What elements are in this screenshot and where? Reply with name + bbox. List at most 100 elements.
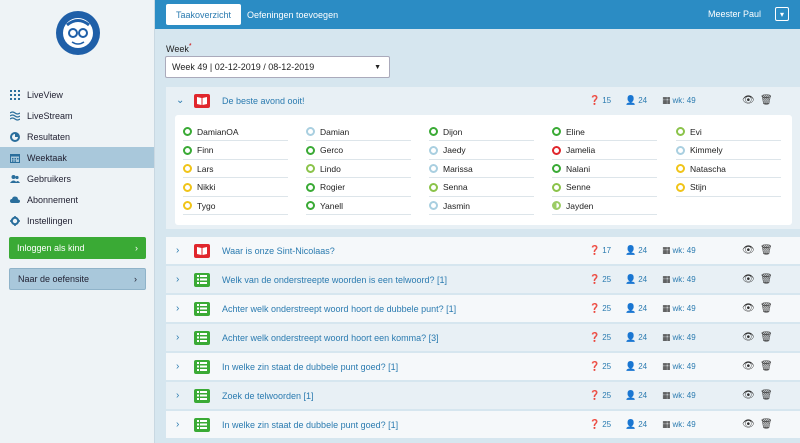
sidebar-item-weektaak[interactable]: Weektaak <box>0 147 154 168</box>
sidebar-item-resultaten[interactable]: Resultaten <box>0 126 154 147</box>
student-item[interactable]: Eline <box>552 123 657 141</box>
trash-icon[interactable]: 🗑 <box>760 274 773 285</box>
user-name[interactable]: Meester Paul <box>708 9 761 19</box>
week-label: Week* <box>166 43 192 54</box>
chevron-right-icon[interactable]: › <box>176 274 179 285</box>
tab-taakoverzicht[interactable]: Taakoverzicht <box>166 4 242 25</box>
calendar-icon: ▦ <box>662 95 671 105</box>
trash-icon[interactable]: 🗑 <box>760 332 773 343</box>
chevron-down-icon[interactable]: ⌄ <box>176 95 184 106</box>
sidebar-item-label: LiveView <box>27 89 63 100</box>
junior-einstein-logo[interactable] <box>55 10 101 56</box>
users-stat: 👤 24 <box>625 245 648 255</box>
task-row[interactable]: › Achter welk onderstreept woord hoort d… <box>166 295 800 322</box>
waves-icon <box>10 110 20 121</box>
student-item[interactable]: Senne <box>552 179 657 197</box>
student-item[interactable]: Jamelia <box>552 142 657 160</box>
eye-icon[interactable]: 👁 <box>742 303 755 314</box>
task-row[interactable]: › In welke zin staat de dubbele punt goe… <box>166 411 800 438</box>
eye-icon[interactable]: 👁 <box>742 274 755 285</box>
sidebar-item-label: LiveStream <box>27 110 73 121</box>
student-item[interactable]: Finn <box>183 142 288 160</box>
eye-icon[interactable]: 👁 <box>742 95 755 106</box>
student-item[interactable]: Jaedy <box>429 142 534 160</box>
task-row[interactable]: › Welk van de onderstreepte woorden is e… <box>166 266 800 293</box>
list-icon <box>194 301 210 316</box>
student-item[interactable]: Dijon <box>429 123 534 141</box>
task-title[interactable]: Achter welk onderstreept woord hoort de … <box>222 304 456 314</box>
sidebar-item-label: Resultaten <box>27 131 71 142</box>
student-item[interactable]: Damian <box>306 123 411 141</box>
trash-icon[interactable]: 🗑 <box>760 419 773 430</box>
chevron-right-icon[interactable]: › <box>176 390 179 401</box>
chevron-right-icon[interactable]: › <box>176 245 179 256</box>
questions-stat: ❓ 25 <box>589 274 612 284</box>
week-stat: ▦ wk: 49 <box>662 303 696 313</box>
task-title[interactable]: Waar is onze Sint-Nicolaas? <box>222 246 335 256</box>
eye-icon[interactable]: 👁 <box>742 245 755 256</box>
task-title[interactable]: In welke zin staat de dubbele punt goed?… <box>222 420 398 430</box>
student-item[interactable]: Kimmely <box>676 142 781 160</box>
task-row[interactable]: ⌄ De beste avond ooit! ❓ 15 👤 24 ▦ wk: 49 👁… <box>166 87 800 114</box>
trash-icon[interactable]: 🗑 <box>760 95 773 106</box>
user-icon: 👤 <box>625 390 637 400</box>
task-title[interactable]: Welk van de onderstreepte woorden is een… <box>222 275 447 285</box>
student-name: Finn <box>197 145 214 155</box>
user-menu-chevron-icon[interactable]: ▾ <box>775 7 789 21</box>
student-item[interactable]: Nalani <box>552 160 657 178</box>
sidebar-item-label: Weektaak <box>27 152 67 163</box>
practice-site-button[interactable]: Naar de oefensite › <box>9 268 146 290</box>
student-item[interactable]: Marissa <box>429 160 534 178</box>
login-as-child-button[interactable]: Inloggen als kind › <box>9 237 146 259</box>
status-dot-icon <box>183 127 192 136</box>
sidebar-item-instellingen[interactable]: Instellingen <box>0 210 154 231</box>
tab-oefeningen-toevoegen[interactable]: Oefeningen toevoegen <box>237 4 348 25</box>
student-item[interactable]: Yanell <box>306 197 411 215</box>
eye-icon[interactable]: 👁 <box>742 419 755 430</box>
task-row[interactable]: › Achter welk onderstreept woord hoort e… <box>166 324 800 351</box>
student-item[interactable]: Stijn <box>676 179 781 197</box>
student-item[interactable]: Senna <box>429 179 534 197</box>
trash-icon[interactable]: 🗑 <box>760 390 773 401</box>
student-item[interactable]: Nikki <box>183 179 288 197</box>
student-item[interactable]: DamianOA <box>183 123 288 141</box>
student-item[interactable]: Jasmin <box>429 197 534 215</box>
student-item[interactable]: Rogier <box>306 179 411 197</box>
task-title[interactable]: In welke zin staat de dubbele punt goed?… <box>222 362 398 372</box>
task-title[interactable]: De beste avond ooit! <box>222 96 305 106</box>
task-row[interactable]: › In welke zin staat de dubbele punt goe… <box>166 353 800 380</box>
status-dot-icon <box>183 182 192 192</box>
student-item[interactable]: Gerco <box>306 142 411 160</box>
student-item[interactable]: Lars <box>183 160 288 178</box>
eye-icon[interactable]: 👁 <box>742 390 755 401</box>
student-item[interactable]: Evi <box>676 123 781 141</box>
chevron-right-icon[interactable]: › <box>176 361 179 372</box>
eye-icon[interactable]: 👁 <box>742 361 755 372</box>
task-row[interactable]: › Zoek de telwoorden [1] ❓ 25 👤 24 ▦ wk: 49… <box>166 382 800 409</box>
student-item[interactable]: Lindo <box>306 160 411 178</box>
chevron-right-icon[interactable]: › <box>176 419 179 430</box>
student-item[interactable]: Tygo <box>183 197 288 215</box>
sidebar-item-abonnement[interactable]: Abonnement <box>0 189 154 210</box>
eye-icon[interactable]: 👁 <box>742 332 755 343</box>
questions-stat: ❓ 25 <box>589 303 612 313</box>
chevron-right-icon[interactable]: › <box>176 303 179 314</box>
week-select[interactable]: Week 49 | 02-12-2019 / 08-12-2019 ▼ <box>165 56 390 78</box>
user-icon: 👤 <box>625 245 637 255</box>
student-name: Lindo <box>320 163 341 174</box>
sidebar-item-livestream[interactable]: LiveStream <box>0 105 154 126</box>
task-title[interactable]: Zoek de telwoorden [1] <box>222 391 314 401</box>
sidebar-item-liveview[interactable]: LiveView <box>0 84 154 105</box>
chevron-right-icon[interactable]: › <box>176 332 179 343</box>
trash-icon[interactable]: 🗑 <box>760 361 773 372</box>
task-row[interactable]: › Waar is onze Sint-Nicolaas? ❓ 17 👤 24 ▦ w… <box>166 237 800 264</box>
trash-icon[interactable]: 🗑 <box>760 303 773 314</box>
sidebar-item-gebruikers[interactable]: Gebruikers <box>0 168 154 189</box>
trash-icon[interactable]: 🗑 <box>760 245 773 256</box>
student-item[interactable]: Jayden <box>552 197 657 215</box>
student-name: Senne <box>566 182 591 192</box>
list-icon <box>194 359 210 374</box>
task-title[interactable]: Achter welk onderstreept woord hoort een… <box>222 333 439 343</box>
list-icon <box>194 330 210 345</box>
student-item[interactable]: Natascha <box>676 160 781 178</box>
